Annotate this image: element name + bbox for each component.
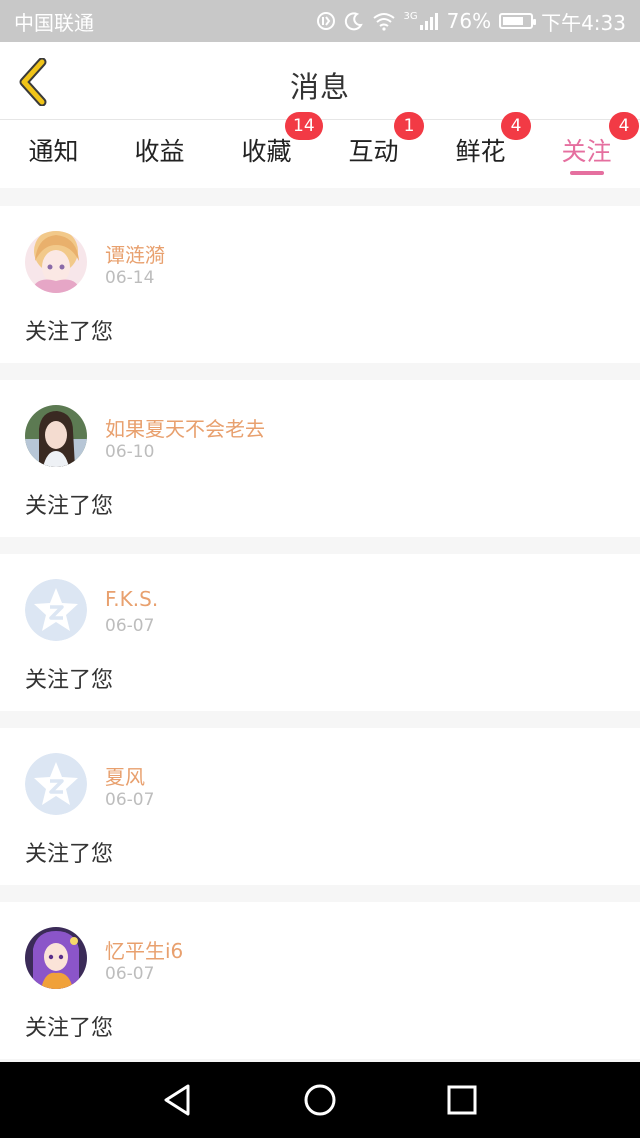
tab-label: 收藏 — [241, 137, 292, 166]
message-date: 06-14 — [105, 268, 155, 288]
circle-home-icon — [304, 1084, 336, 1116]
message-text: 关注了您 — [25, 1016, 114, 1041]
username[interactable]: 谭涟漪 — [105, 239, 165, 268]
tab-earnings[interactable]: 收益 — [106, 120, 213, 188]
list-item[interactable]: F.K.S. 06-07 关注了您 — [0, 554, 640, 711]
avatar[interactable] — [25, 405, 87, 467]
square-recents-icon — [447, 1085, 477, 1115]
username[interactable]: 忆平生i6 — [105, 935, 183, 964]
unread-badge: 4 — [501, 112, 531, 140]
nav-back-button[interactable] — [160, 1082, 196, 1118]
message-list: 谭涟漪 06-14 关注了您 如果夏天不会老去 06-10 关注了您 F.K.S… — [0, 206, 640, 1076]
message-text: 关注了您 — [25, 842, 114, 867]
system-nav-bar — [0, 1062, 640, 1138]
tab-interactions[interactable]: 互动 1 — [320, 112, 427, 188]
tab-flowers[interactable]: 鲜花 4 — [427, 112, 534, 188]
message-text: 关注了您 — [25, 668, 114, 693]
message-date: 06-07 — [105, 790, 155, 810]
tab-label: 关注 — [561, 137, 612, 166]
page-title: 消息 — [289, 70, 350, 104]
tab-bar: 通知 收益 收藏 14 互动 1 鲜花 4 关注 4 — [0, 112, 640, 188]
nav-recents-button[interactable] — [444, 1082, 480, 1118]
message-date: 06-07 — [105, 616, 155, 636]
list-item[interactable]: 如果夏天不会老去 06-10 关注了您 — [0, 380, 640, 537]
tab-label: 鲜花 — [455, 137, 506, 166]
tab-label: 收益 — [134, 137, 185, 166]
carrier-label: 中国联通 — [14, 10, 94, 35]
username[interactable]: F.K.S. — [105, 587, 158, 611]
message-text: 关注了您 — [25, 494, 114, 519]
battery-percent: 76% — [446, 9, 492, 33]
avatar[interactable] — [25, 927, 87, 989]
avatar[interactable] — [25, 231, 87, 293]
username[interactable]: 如果夏天不会老去 — [105, 413, 265, 442]
tab-notifications[interactable]: 通知 — [0, 120, 107, 188]
signal-icon: 3G — [404, 11, 439, 31]
list-item[interactable]: 夏风 06-07 关注了您 — [0, 728, 640, 885]
status-indicators: 3G 76% 下午4:33 — [316, 7, 626, 36]
list-item[interactable]: 忆平生i6 06-07 关注了您 — [0, 902, 640, 1059]
unread-badge: 1 — [394, 112, 424, 140]
message-date: 06-07 — [105, 964, 155, 984]
data-saver-icon — [316, 11, 336, 31]
tab-following[interactable]: 关注 4 — [533, 112, 640, 188]
moon-icon — [344, 11, 364, 31]
unread-badge: 14 — [285, 112, 323, 140]
network-type: 3G — [403, 11, 418, 22]
clock: 下午4:33 — [541, 10, 626, 35]
tab-favorites[interactable]: 收藏 14 — [213, 112, 323, 188]
message-date: 06-10 — [105, 442, 155, 462]
default-avatar-icon[interactable] — [25, 579, 87, 641]
header-bar: 消息 — [0, 42, 640, 120]
list-item[interactable]: 谭涟漪 06-14 关注了您 — [0, 206, 640, 363]
tab-label: 互动 — [348, 137, 399, 166]
tab-label: 通知 — [28, 137, 79, 166]
wifi-icon — [372, 11, 396, 31]
status-bar: 中国联通 3G 76% 下午4:33 — [0, 0, 640, 42]
nav-home-button[interactable] — [302, 1082, 338, 1118]
message-text: 关注了您 — [25, 320, 114, 345]
username[interactable]: 夏风 — [105, 761, 145, 790]
active-tab-indicator — [570, 171, 604, 175]
unread-badge: 4 — [609, 112, 639, 140]
triangle-back-icon — [164, 1084, 190, 1116]
battery-icon — [499, 13, 537, 29]
default-avatar-icon[interactable] — [25, 753, 87, 815]
